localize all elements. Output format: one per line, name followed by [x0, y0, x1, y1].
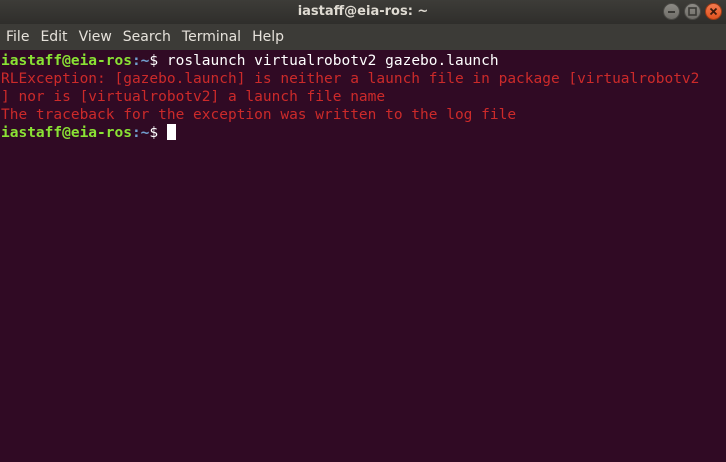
error-line-3: The traceback for the exception was writ… — [1, 107, 517, 123]
text-cursor — [166, 124, 176, 140]
error-line-2: ] nor is [virtualrobotv2] a launch file … — [1, 89, 386, 105]
prompt-line-2: iastaff@eia-ros:~$ — [0, 124, 726, 142]
title-bar[interactable]: iastaff@eia-ros: ~ — [0, 0, 726, 24]
menu-help[interactable]: Help — [246, 24, 289, 50]
window-controls — [663, 3, 722, 21]
prompt-line-1: iastaff@eia-ros:~$ roslaunch virtualrobo… — [0, 52, 726, 70]
prompt-path: :~ — [131, 53, 150, 69]
minimize-button[interactable] — [663, 3, 680, 20]
menu-bar: File Edit View Search Terminal Help — [0, 24, 726, 50]
menu-terminal[interactable]: Terminal — [176, 24, 246, 50]
close-button[interactable] — [705, 3, 722, 20]
minimize-icon — [668, 11, 675, 13]
maximize-button[interactable] — [684, 3, 701, 20]
menu-edit[interactable]: Edit — [34, 24, 72, 50]
window-title: iastaff@eia-ros: ~ — [297, 4, 429, 19]
terminal-window: iastaff@eia-ros: ~ File Edit View Search… — [0, 0, 726, 462]
maximize-icon — [688, 7, 697, 16]
prompt-symbol: $ — [149, 125, 167, 141]
prompt-path: :~ — [131, 125, 150, 141]
menu-search[interactable]: Search — [117, 24, 176, 50]
close-icon — [709, 7, 718, 16]
terminal-output-area[interactable]: iastaff@eia-ros:~$ roslaunch virtualrobo… — [0, 50, 726, 462]
menu-file[interactable]: File — [0, 24, 34, 50]
menu-view[interactable]: View — [73, 24, 117, 50]
prompt-user-host: iastaff@eia-ros — [1, 53, 132, 69]
command-text: roslaunch virtualrobotv2 gazebo.launch — [158, 53, 499, 69]
prompt-symbol: $ — [149, 53, 159, 69]
prompt-user-host: iastaff@eia-ros — [1, 125, 132, 141]
error-line-1: RLException: [gazebo.launch] is neither … — [1, 71, 700, 87]
